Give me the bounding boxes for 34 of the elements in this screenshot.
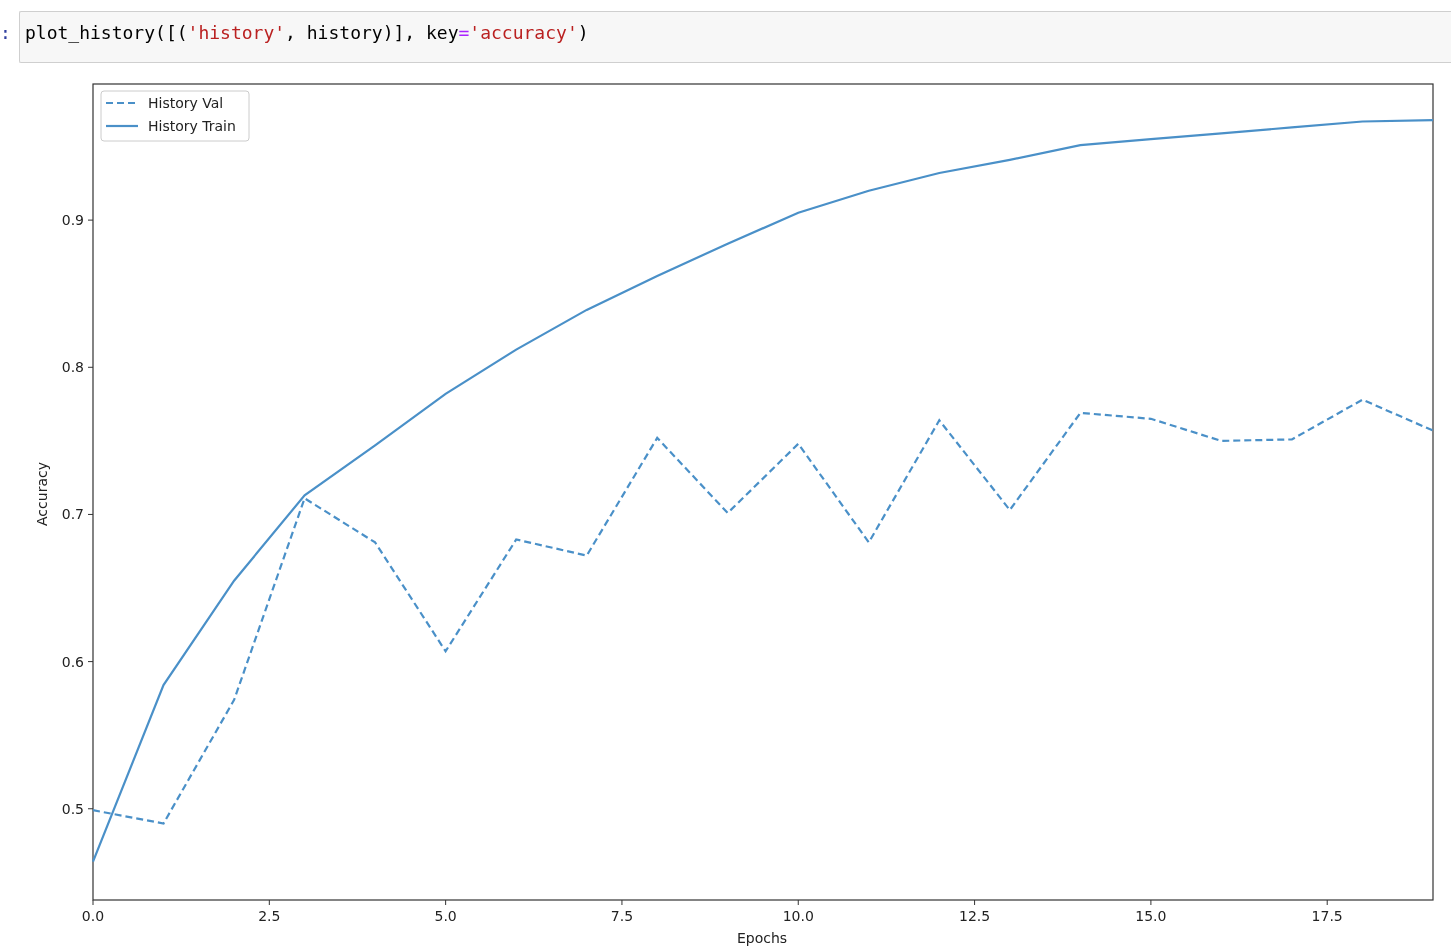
x-tick-label: 17.5 (1311, 908, 1343, 924)
y-tick-label: 0.7 (61, 506, 84, 523)
code-input[interactable]: plot_history([('history', history)], key='accuracy') (19, 11, 1451, 63)
x-tick-label: 7.5 (610, 908, 634, 924)
x-tick-label: 15.0 (1135, 908, 1167, 924)
tick-mark (87, 661, 94, 663)
tick-mark (92, 899, 94, 906)
x-tick-label: 0.0 (81, 908, 105, 924)
tick-mark (1326, 899, 1328, 906)
x-tick-label: 5.0 (434, 908, 457, 924)
tick-mark (974, 899, 976, 906)
tick-mark (87, 219, 94, 221)
tick-mark (797, 899, 799, 906)
tick-mark (445, 899, 447, 906)
y-tick-label: 0.5 (61, 800, 84, 817)
legend-label: History Val (148, 95, 224, 111)
y-tick-label: 0.8 (61, 359, 84, 376)
x-tick-label: 12.5 (959, 908, 991, 924)
tick-mark (1150, 899, 1152, 906)
y-axis-label: Accuracy (34, 462, 50, 526)
x-axis-label: Epochs (736, 930, 788, 946)
tick-mark (621, 899, 623, 906)
x-tick-label: 2.5 (258, 908, 281, 924)
y-tick-label: 0.6 (61, 653, 84, 670)
legend-swatch (106, 101, 138, 105)
legend-swatch (106, 124, 138, 128)
y-tick-label: 0.9 (61, 212, 84, 229)
tick-mark (87, 513, 94, 515)
x-tick-label: 10.0 (782, 908, 814, 924)
cell-prompt: : (0, 21, 12, 43)
tick-mark (87, 366, 94, 368)
legend-label: History Train (148, 118, 236, 134)
tick-mark (268, 899, 270, 906)
tick-mark (87, 808, 94, 810)
